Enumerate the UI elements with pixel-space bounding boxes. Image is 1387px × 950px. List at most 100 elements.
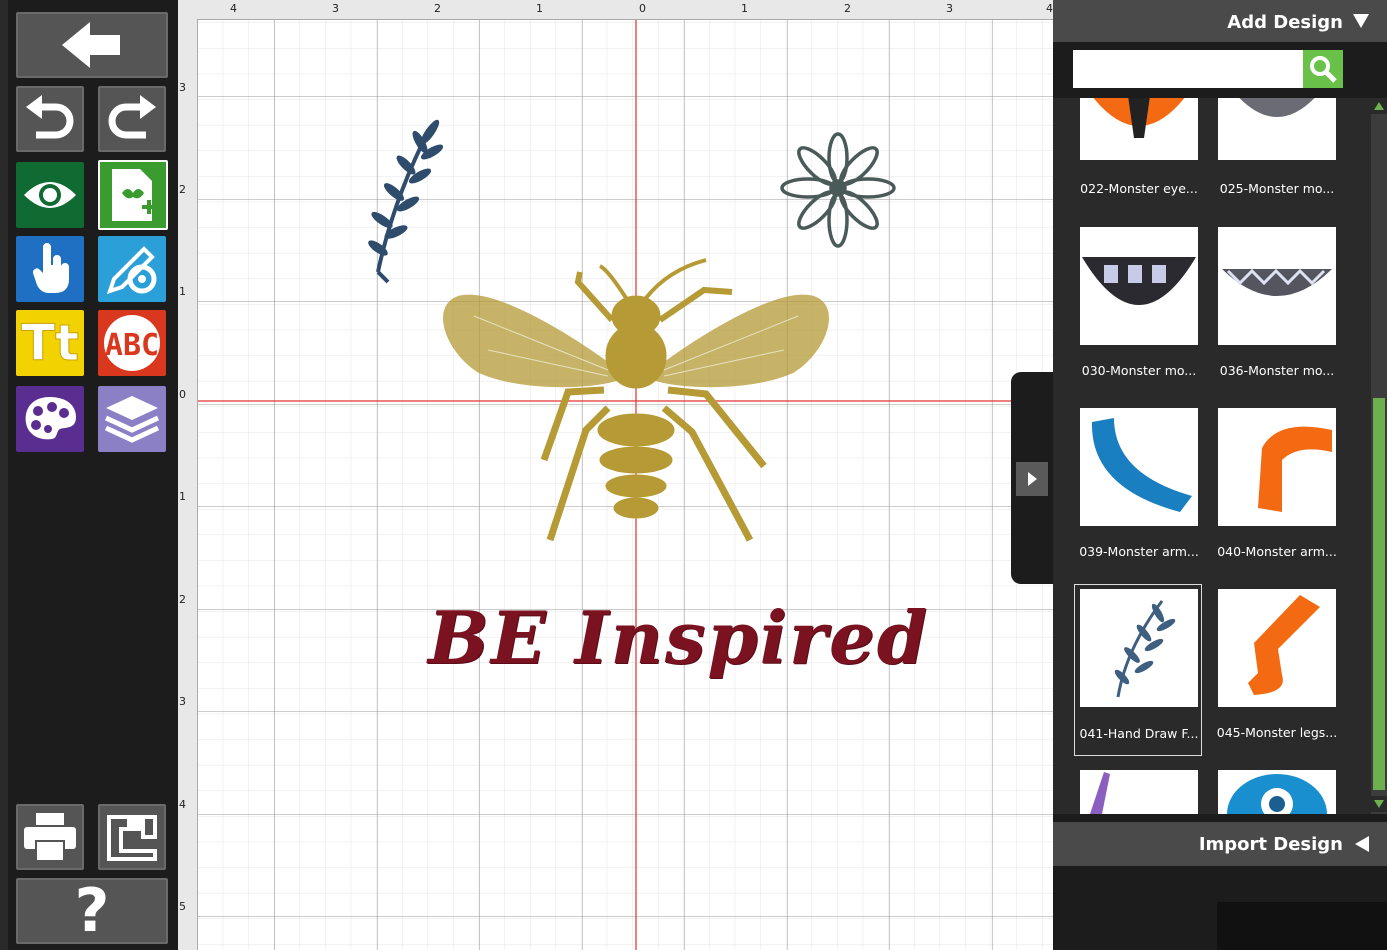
redo-button[interactable] [98,86,166,152]
design-thumbnail[interactable] [1080,770,1198,814]
triangle-up-icon [1374,102,1384,110]
triangle-down-icon [1374,800,1384,808]
sewing-machine-icon [107,815,157,861]
search-button[interactable] [1303,50,1343,88]
svg-text:ABC: ABC [105,328,159,363]
orange-eye-icon [1093,98,1185,138]
design-thumbnail[interactable] [1080,408,1198,526]
palette-icon [25,397,76,440]
help-button[interactable]: ? [16,876,168,946]
undo-icon [26,95,74,139]
triangle-left-icon [1355,836,1369,852]
ruler-label: 4 [1046,2,1053,15]
design-thumbnail[interactable] [1218,589,1336,707]
printer-icon [24,813,76,862]
design-thumbnail[interactable] [1218,770,1336,814]
chevron-right-icon [1028,472,1037,486]
ruler-label: 2 [434,2,441,15]
design-thumbnail[interactable] [1218,98,1336,160]
ruler-label: 2 [179,593,186,606]
design-thumbnail[interactable] [1080,98,1198,160]
monogram-abc-icon: ABC [104,315,160,371]
question-icon: ? [74,876,110,946]
design-label: 036-Monster mo... [1219,363,1335,378]
ruler-label: 1 [536,2,543,15]
design-label: 045-Monster legs... [1216,725,1338,740]
import-design-label: Import Design [1198,834,1343,855]
library-scrollbar[interactable] [1371,98,1387,814]
ruler-label: 2 [844,2,851,15]
ruler-label: 1 [179,490,186,503]
design-grid: 022-Monster eye... 025-Monster mo... 030… [1053,98,1373,814]
search-input[interactable] [1073,50,1303,88]
print-button[interactable] [16,804,84,870]
gray-mouth-icon [1239,98,1315,117]
design-thumbnail[interactable] [1218,408,1336,526]
blue-arm-icon [1091,418,1192,512]
be-inspired-text-design[interactable]: BE Inspired [428,595,929,680]
design-label: 022-Monster eye... [1080,181,1198,196]
ruler-label: 4 [230,2,237,15]
send-to-machine-button[interactable] [98,804,166,870]
text-tt-icon: Tt [20,314,79,373]
import-design-button[interactable]: Import Design [1053,822,1387,866]
scroll-thumb[interactable] [1373,398,1385,790]
toolbar-edge [0,0,8,950]
preview-button[interactable] [16,162,84,228]
pencil-gear-icon [106,246,157,295]
arrow-left-icon [62,22,120,68]
add-design-button[interactable] [98,160,168,230]
scroll-down-button[interactable] [1371,796,1387,812]
select-button[interactable] [16,236,84,302]
design-thumbnail[interactable] [1218,227,1336,345]
design-label: 040-Monster arm... [1217,544,1337,559]
text-button[interactable]: Tt [16,310,84,376]
ruler-label: 5 [179,900,186,913]
collapse-panel-button[interactable] [1016,462,1048,496]
scroll-up-button[interactable] [1371,98,1387,114]
layers-button[interactable] [98,386,166,452]
blue-monster-icon [1227,774,1327,814]
horizontal-ruler: 4 3 2 1 0 1 2 3 4 [178,0,1053,20]
ruler-label: 1 [741,2,748,15]
purple-design-icon [1090,772,1110,814]
search-bar [1053,42,1387,98]
ruler-label: 3 [946,2,953,15]
search-icon [1310,56,1337,83]
design-label: 039-Monster arm... [1079,544,1199,559]
design-label: 025-Monster mo... [1219,181,1335,196]
orange-leg-icon [1248,595,1320,695]
ruler-label: 4 [179,798,186,811]
design-label: 030-Monster mo... [1081,363,1197,378]
edit-settings-button[interactable] [98,236,166,302]
ruler-label: 3 [179,695,186,708]
zigzag-mouth-icon [1222,268,1332,296]
black-mouth-icon [1082,257,1196,305]
ruler-label: 3 [332,2,339,15]
orange-arm-icon [1258,426,1332,512]
ruler-label: 0 [179,388,186,401]
add-design-header[interactable]: Add Design [1053,0,1387,42]
design-thumbnail[interactable] [1080,227,1198,345]
design-library-panel: Add Design 022-Monster eye... 025-Monste… [1053,0,1387,950]
design-thumbnail-selected[interactable] [1080,589,1198,707]
layers-icon [104,396,160,443]
ruler-label: 3 [179,81,186,94]
leaf-fern-icon [1114,600,1176,698]
monogram-button[interactable]: ABC [98,310,166,376]
redo-icon [108,95,156,139]
grid [198,20,1053,950]
undo-button[interactable] [16,86,84,152]
back-button[interactable] [16,12,168,78]
footer-block [1217,902,1387,950]
hand-pointer-icon [32,243,69,293]
color-button[interactable] [16,386,84,452]
triangle-down-icon [1353,14,1369,28]
panel-footer [1053,866,1387,950]
vertical-ruler: 3 2 1 0 1 2 3 4 5 [178,19,198,950]
ruler-label: 2 [179,183,186,196]
ruler-label: 0 [639,2,646,15]
toolbar: Tt ABC ? [0,0,178,950]
design-canvas[interactable]: 4 3 2 1 0 1 2 3 4 3 2 1 0 1 2 3 4 5 BE I… [178,0,1053,950]
design-label: 041-Hand Draw F... [1079,726,1199,741]
